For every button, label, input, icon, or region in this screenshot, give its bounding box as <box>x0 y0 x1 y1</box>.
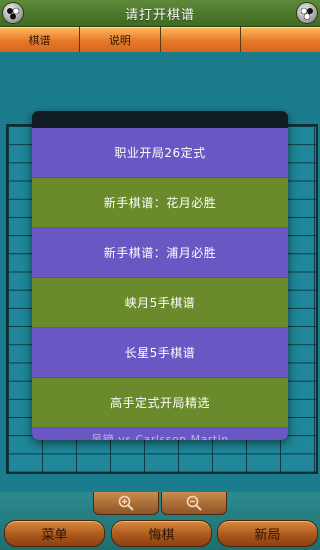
go-stones-icon[interactable] <box>3 3 23 23</box>
zoom-in-button[interactable] <box>93 492 159 515</box>
tab-instructions[interactable]: 说明 <box>80 27 160 52</box>
list-item[interactable]: 高手定式开局精选 <box>32 378 288 428</box>
bottom-toolbar: 菜单 悔棋 新局 <box>0 492 320 550</box>
list-item[interactable]: 峡月5手棋谱 <box>32 278 288 328</box>
popup-header <box>32 111 288 128</box>
tab-bar: 棋谱 说明 <box>0 27 320 52</box>
new-game-button[interactable]: 新局 <box>217 520 318 547</box>
list-item[interactable]: 新手棋谱：浦月必胜 <box>32 228 288 278</box>
zoom-controls <box>92 492 228 515</box>
list-item[interactable]: 长星5手棋谱 <box>32 328 288 378</box>
list-item[interactable]: 吴镝 vs Carlsson Martin <box>32 428 288 440</box>
undo-move-button[interactable]: 悔棋 <box>111 520 212 547</box>
list-item[interactable]: 新手棋谱：花月必胜 <box>32 178 288 228</box>
list-item[interactable]: 职业开局26定式 <box>32 128 288 178</box>
page-title: 请打开棋谱 <box>124 7 195 23</box>
game-record-list: 职业开局26定式 新手棋谱：花月必胜 新手棋谱：浦月必胜 峡月5手棋谱 长星5手… <box>32 128 288 440</box>
zoom-out-button[interactable] <box>161 492 227 515</box>
zoom-out-icon <box>186 495 202 511</box>
tab-game-records[interactable]: 棋谱 <box>0 27 80 52</box>
zoom-in-icon <box>118 495 134 511</box>
menu-button[interactable]: 菜单 <box>4 520 105 547</box>
game-record-popup: 职业开局26定式 新手棋谱：花月必胜 新手棋谱：浦月必胜 峡月5手棋谱 长星5手… <box>32 111 288 440</box>
title-bar: 请打开棋谱 <box>0 0 320 27</box>
tab-empty-4[interactable] <box>240 27 320 52</box>
tab-empty-3[interactable] <box>160 27 240 52</box>
go-stones-icon[interactable] <box>297 3 317 23</box>
